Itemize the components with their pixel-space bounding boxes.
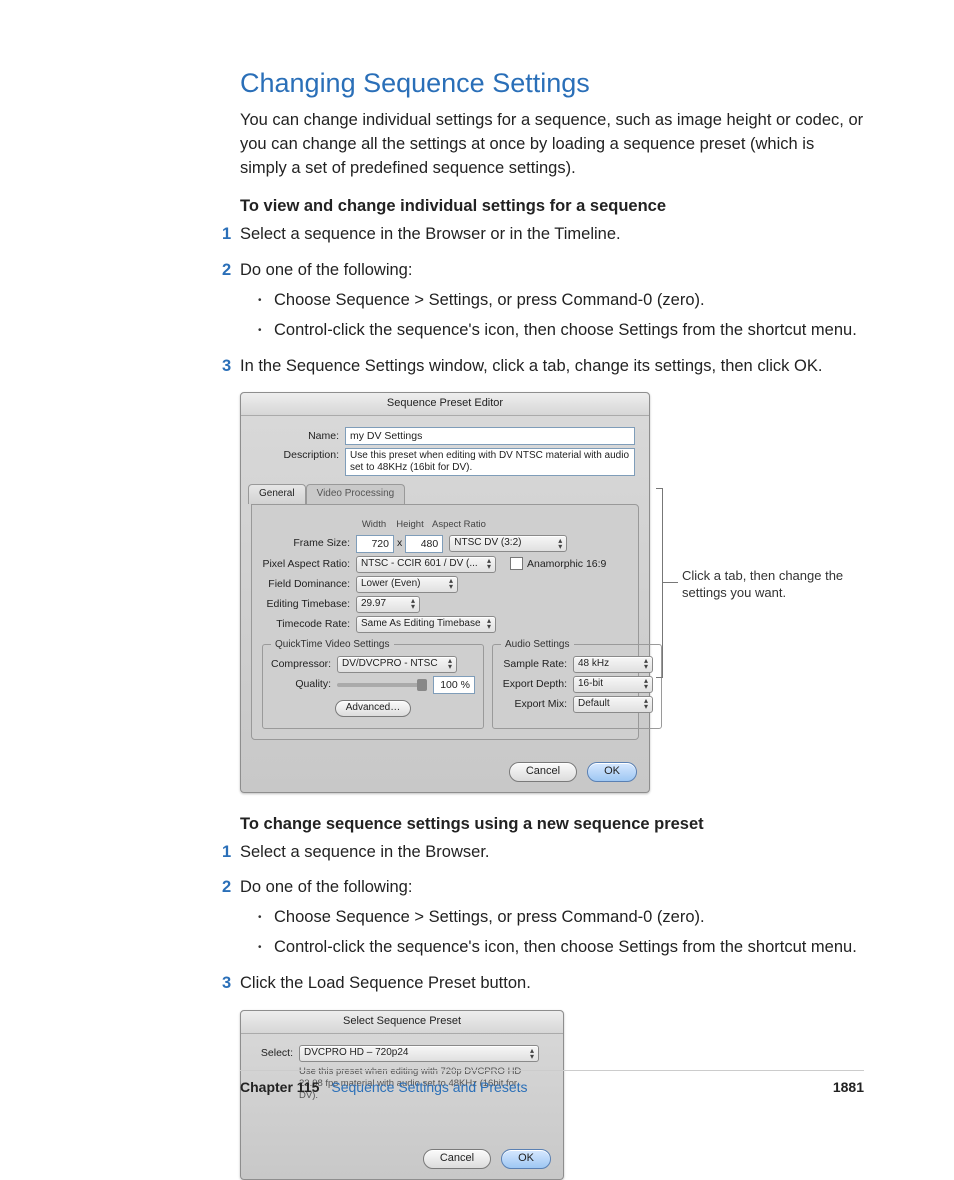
preset-select[interactable]: DVCPRO HD – 720p24▴▾	[299, 1045, 539, 1062]
desc-label: Description:	[251, 448, 345, 463]
qt-legend: QuickTime Video Settings	[271, 638, 394, 653]
field-label: Field Dominance:	[262, 577, 356, 592]
step-3: 3Click the Load Sequence Preset button.	[240, 972, 864, 996]
chapter-number: Chapter 115	[240, 1077, 319, 1097]
name-input[interactable]: my DV Settings	[345, 427, 635, 445]
page-footer: Chapter 115 Sequence Settings and Preset…	[240, 1070, 864, 1097]
step-1: 1Select a sequence in the Browser.	[240, 841, 864, 865]
compressor-select[interactable]: DV/DVCPRO - NTSC▴▾	[337, 656, 457, 673]
step-text: Do one of the following:	[240, 261, 412, 279]
anamorphic-checkbox[interactable]	[510, 557, 523, 570]
procedure-a-heading: To view and change individual settings f…	[240, 195, 864, 219]
procedure-b-heading: To change sequence settings using a new …	[240, 813, 864, 837]
advanced-button[interactable]: Advanced…	[335, 700, 411, 717]
sequence-preset-editor-dialog: Sequence Preset Editor Name: my DV Setti…	[240, 392, 650, 792]
par-select[interactable]: NTSC - CCIR 601 / DV (...▴▾	[356, 556, 496, 573]
step-2: 2Do one of the following: Choose Sequenc…	[240, 259, 864, 343]
step-1: 1Select a sequence in the Browser or in …	[240, 223, 864, 247]
quality-label: Quality:	[271, 677, 337, 692]
mix-select[interactable]: Default▴▾	[573, 696, 653, 713]
par-label: Pixel Aspect Ratio:	[262, 557, 356, 572]
callout-line	[662, 582, 678, 583]
quality-value[interactable]: 100 %	[433, 676, 475, 694]
tcrate-label: Timecode Rate:	[262, 617, 356, 632]
audio-legend: Audio Settings	[501, 638, 574, 653]
desc-input[interactable]: Use this preset when editing with DV NTS…	[345, 448, 635, 476]
ok-button[interactable]: OK	[501, 1149, 551, 1169]
step-2-bullet: Choose Sequence > Settings, or press Com…	[258, 906, 864, 930]
sample-select[interactable]: 48 kHz▴▾	[573, 656, 653, 673]
depth-select[interactable]: 16-bit▴▾	[573, 676, 653, 693]
frame-width-input[interactable]: 720	[356, 535, 394, 553]
step-text: Select a sequence in the Browser.	[240, 843, 489, 861]
step-text: In the Sequence Settings window, click a…	[240, 357, 822, 375]
tcrate-select[interactable]: Same As Editing Timebase▴▾	[356, 616, 496, 633]
step-text: Do one of the following:	[240, 878, 412, 896]
col-aspect: Aspect Ratio	[432, 518, 486, 532]
quality-slider[interactable]	[337, 679, 427, 691]
step-2-bullet: Control-click the sequence's icon, then …	[258, 936, 864, 960]
sample-label: Sample Rate:	[501, 657, 573, 672]
ok-button[interactable]: OK	[587, 762, 637, 782]
step-2-bullet: Control-click the sequence's icon, then …	[258, 319, 864, 343]
aspect-select[interactable]: NTSC DV (3:2)▴▾	[449, 535, 567, 552]
cancel-button[interactable]: Cancel	[423, 1149, 491, 1169]
step-2-bullet: Choose Sequence > Settings, or press Com…	[258, 289, 864, 313]
depth-label: Export Depth:	[501, 677, 573, 692]
step-text: Select a sequence in the Browser or in t…	[240, 225, 621, 243]
select-label: Select:	[251, 1046, 299, 1061]
page-number: 1881	[833, 1077, 864, 1097]
section-title: Changing Sequence Settings	[240, 64, 864, 103]
tab-general[interactable]: General	[248, 484, 306, 504]
dialog-title: Select Sequence Preset	[241, 1011, 563, 1034]
frame-size-label: Frame Size:	[262, 536, 356, 551]
field-select[interactable]: Lower (Even)▴▾	[356, 576, 458, 593]
cancel-button[interactable]: Cancel	[509, 762, 577, 782]
tab-video-processing[interactable]: Video Processing	[306, 484, 406, 504]
step-3: 3In the Sequence Settings window, click …	[240, 355, 864, 379]
anamorphic-label: Anamorphic 16:9	[527, 558, 606, 570]
mix-label: Export Mix:	[501, 697, 573, 712]
callout-bracket	[656, 488, 663, 678]
timebase-label: Editing Timebase:	[262, 597, 356, 612]
compressor-label: Compressor:	[271, 657, 337, 672]
timebase-select[interactable]: 29.97▴▾	[356, 596, 420, 613]
intro-paragraph: You can change individual settings for a…	[240, 109, 864, 181]
name-label: Name:	[251, 429, 345, 444]
step-text: Click the Load Sequence Preset button.	[240, 974, 531, 992]
dialog-title: Sequence Preset Editor	[241, 393, 649, 416]
frame-x: x	[394, 536, 405, 551]
step-2: 2Do one of the following: Choose Sequenc…	[240, 876, 864, 960]
col-height: Height	[392, 518, 428, 532]
frame-height-input[interactable]: 480	[405, 535, 443, 553]
callout-text: Click a tab, then change the settings yo…	[682, 568, 852, 602]
col-width: Width	[356, 518, 392, 532]
chapter-title: Sequence Settings and Presets	[331, 1077, 527, 1097]
